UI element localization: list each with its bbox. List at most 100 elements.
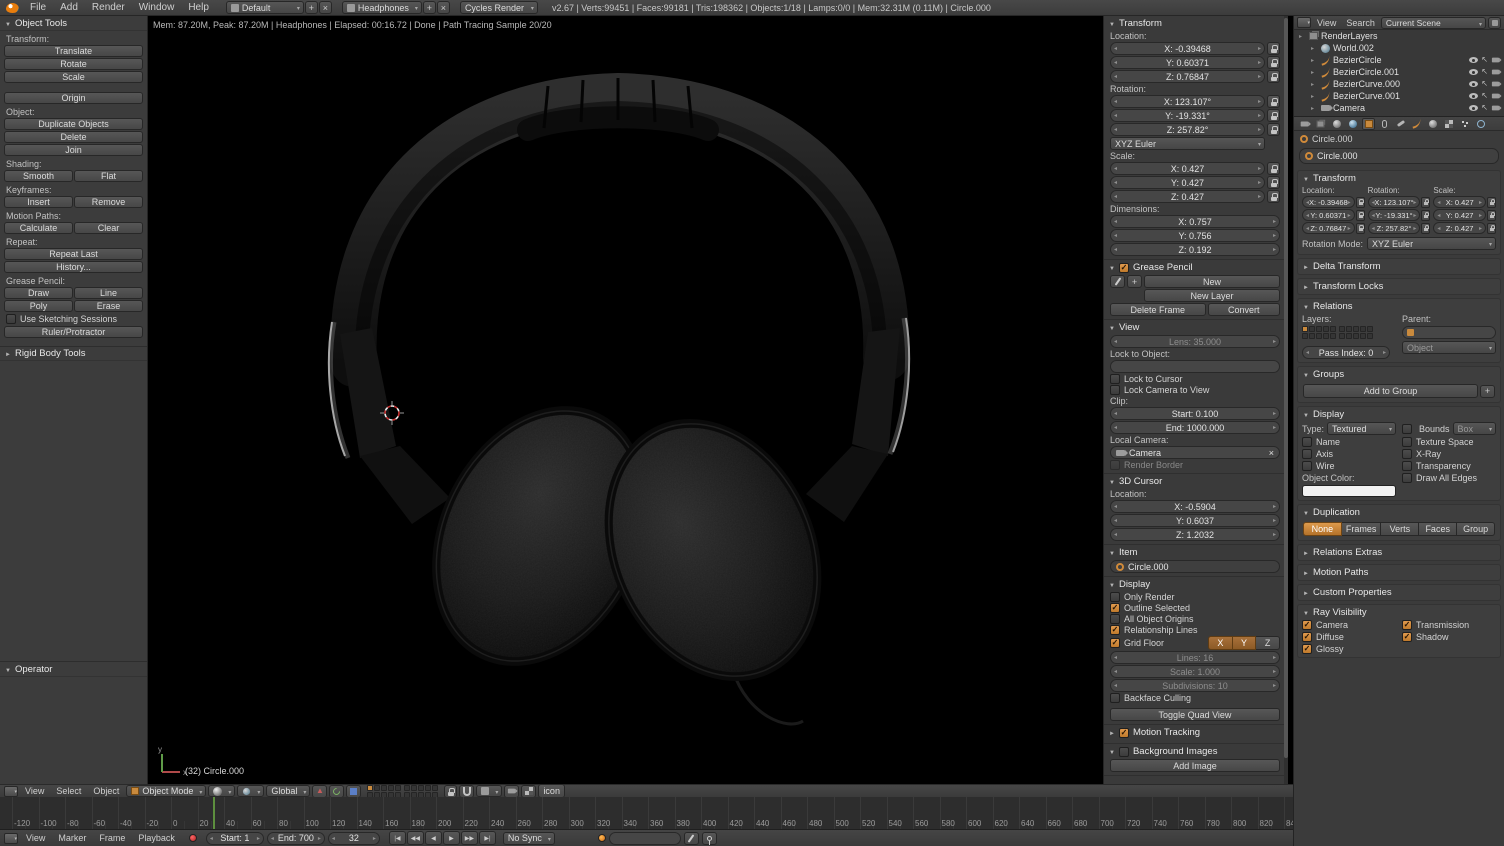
rotation-mode-dropdown[interactable]: XYZ Euler [1367, 237, 1496, 250]
gp-poly-button[interactable]: Poly [4, 300, 73, 312]
lock-icon[interactable] [1487, 223, 1496, 234]
tab-material[interactable] [1426, 118, 1439, 130]
selectability-pointer-icon[interactable]: ↖ [1481, 68, 1488, 76]
viewport-3d[interactable]: Mem: 87.20M, Peak: 87.20M | Headphones |… [148, 16, 1293, 784]
tab-object-data[interactable] [1410, 118, 1423, 130]
mode-dropdown[interactable]: Object Mode [126, 785, 206, 797]
view-menu[interactable]: View [20, 785, 49, 797]
lock-camera-checkbox[interactable] [1110, 385, 1120, 395]
grid-floor-checkbox[interactable] [1110, 638, 1120, 648]
cursor-z-field[interactable]: Z: 1.2032 [1110, 528, 1280, 541]
layer-2[interactable] [1309, 326, 1315, 332]
layer-19[interactable] [1360, 333, 1366, 339]
renderability-camera-icon[interactable] [1492, 94, 1499, 99]
np-3d-cursor-header[interactable]: 3D Cursor [1104, 474, 1288, 489]
manipulator-rotate-icon[interactable] [329, 785, 344, 798]
lock-icon[interactable] [1267, 109, 1280, 122]
transform-orientation-dropdown[interactable]: Global [266, 785, 310, 797]
renderability-camera-icon[interactable] [1492, 70, 1499, 75]
dimensions-z-field[interactable]: Z: 0.192 [1110, 243, 1280, 256]
draw-all-edges-checkbox[interactable] [1402, 473, 1412, 483]
ray-glossy-checkbox[interactable] [1302, 644, 1312, 654]
layer-3[interactable] [1316, 326, 1322, 332]
new-layer-button[interactable]: New Layer [1144, 289, 1280, 302]
p-loc-x[interactable]: X: -0.39468 [1302, 196, 1355, 208]
layer-20[interactable] [1367, 333, 1373, 339]
location-y-field[interactable]: Y: 0.60371 [1110, 56, 1265, 69]
object-tools-panel-header[interactable]: Object Tools [0, 16, 147, 31]
expand-icon[interactable]: ▸ [1311, 45, 1318, 52]
layer-17[interactable] [1346, 333, 1352, 339]
join-button[interactable]: Join [4, 144, 143, 156]
cursor-x-field[interactable]: X: -0.5904 [1110, 500, 1280, 513]
duplication-group-button[interactable]: Group [1457, 522, 1495, 536]
icon-button[interactable]: icon [538, 784, 565, 798]
grease-new-button[interactable]: New [1144, 275, 1280, 288]
n-panel-scrollbar[interactable] [1284, 16, 1288, 784]
clear-camera-icon[interactable]: × [1269, 448, 1274, 458]
auto-keyframe-icon[interactable] [598, 834, 606, 842]
outliner-item-beziercurve-000[interactable]: ▸BezierCurve.000↖ [1294, 78, 1504, 90]
selectability-pointer-icon[interactable]: ↖ [1481, 56, 1488, 64]
menu-help[interactable]: Help [181, 0, 216, 15]
item-name-field[interactable]: Circle.000 [1110, 560, 1280, 573]
layer-15[interactable] [1367, 326, 1373, 332]
timeline-playback-menu[interactable]: Playback [133, 830, 180, 846]
new-group-icon[interactable]: + [1480, 385, 1495, 398]
ray-diffuse-checkbox[interactable] [1302, 632, 1312, 642]
scale-z-field[interactable]: Z: 0.427 [1110, 190, 1265, 203]
ray-shadow-checkbox[interactable] [1402, 632, 1412, 642]
only-render-checkbox[interactable] [1110, 592, 1120, 602]
p-rot-z[interactable]: Z: 257.82° [1368, 222, 1421, 234]
play-reverse-button[interactable]: ◀ [425, 831, 442, 845]
rotation-mode-dropdown[interactable]: XYZ Euler [1110, 137, 1265, 150]
outliner-item-camera[interactable]: ▸Camera↖ [1294, 102, 1504, 114]
dimensions-y-field[interactable]: Y: 0.756 [1110, 229, 1280, 242]
menu-file[interactable]: File [23, 0, 53, 15]
cursor-y-field[interactable]: Y: 0.6037 [1110, 514, 1280, 527]
axis-z-toggle[interactable]: Z [1256, 636, 1280, 650]
lock-icon[interactable] [1487, 210, 1496, 221]
menu-render[interactable]: Render [85, 0, 132, 15]
collapse-icon[interactable] [5, 18, 11, 29]
p-loc-y[interactable]: Y: 0.60371 [1302, 209, 1355, 221]
layer-6[interactable] [1302, 333, 1308, 339]
prop-relations-extras-header[interactable]: Relations Extras [1298, 545, 1500, 560]
tab-world[interactable] [1346, 118, 1359, 130]
p-loc-z[interactable]: Z: 0.76847 [1302, 222, 1355, 234]
layer-11[interactable] [404, 785, 410, 791]
tab-render[interactable] [1298, 118, 1311, 130]
layer-7[interactable] [1309, 333, 1315, 339]
gp-line-button[interactable]: Line [74, 287, 143, 299]
blender-logo-icon[interactable] [6, 3, 19, 13]
insert-keyframe-button[interactable]: Insert [4, 196, 73, 208]
outliner-item-label[interactable]: BezierCircle.001 [1333, 67, 1399, 77]
pass-index-field[interactable]: Pass Index: 0 [1302, 346, 1390, 359]
delete-scene-button[interactable]: × [437, 1, 450, 14]
prop-ray-visibility-header[interactable]: Ray Visibility [1298, 605, 1500, 620]
p-rot-y[interactable]: Y: -19.331° [1368, 209, 1421, 221]
object-color-swatch[interactable] [1302, 485, 1396, 497]
viewport-shading-dropdown[interactable] [208, 785, 235, 797]
layer-4[interactable] [1323, 326, 1329, 332]
outliner-item-world-002[interactable]: ▸World.002 [1294, 42, 1504, 54]
lock-icon[interactable] [1487, 197, 1496, 208]
ray-transmission-checkbox[interactable] [1402, 620, 1412, 630]
timeline-marker-menu[interactable]: Marker [53, 830, 91, 846]
outliner-scope-dropdown[interactable]: Current Scene [1381, 17, 1486, 29]
render-opengl-icon[interactable] [504, 785, 519, 798]
grid-scale-field[interactable]: Scale: 1.000 [1110, 665, 1280, 678]
dimensions-x-field[interactable]: X: 0.757 [1110, 215, 1280, 228]
editor-type-timeline-icon[interactable] [4, 833, 18, 844]
sketching-sessions-checkbox[interactable] [6, 314, 16, 324]
tab-physics[interactable] [1474, 118, 1487, 130]
lock-icon[interactable] [1267, 162, 1280, 175]
relationship-lines-checkbox[interactable] [1110, 625, 1120, 635]
add-image-button[interactable]: Add Image [1110, 759, 1280, 772]
scale-button[interactable]: Scale [4, 71, 143, 83]
timeline-view-menu[interactable]: View [21, 830, 50, 846]
rigid-body-tools-panel-header[interactable]: Rigid Body Tools [0, 346, 147, 361]
prop-motion-paths-header[interactable]: Motion Paths [1298, 565, 1500, 580]
display-name-checkbox[interactable] [1302, 437, 1312, 447]
layer-9[interactable] [1323, 333, 1329, 339]
